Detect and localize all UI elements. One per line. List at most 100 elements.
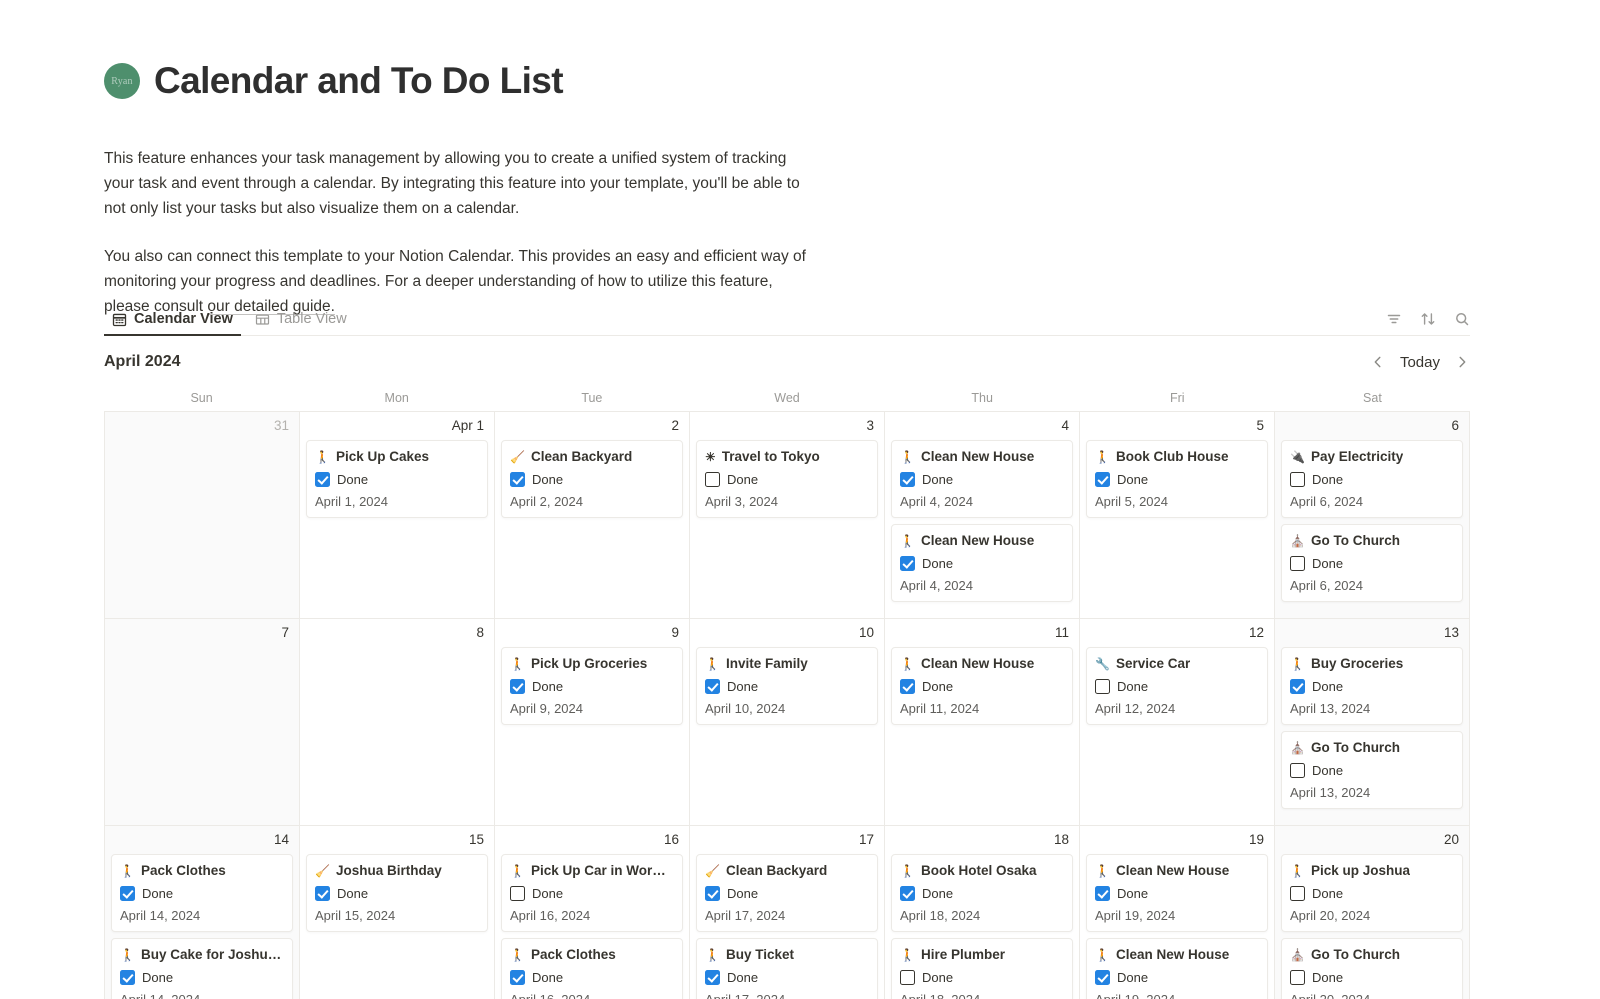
checkbox-checked-icon[interactable] bbox=[900, 886, 915, 902]
day-number: 6 bbox=[1451, 418, 1459, 433]
calendar-event-card[interactable]: 🚶 Buy Ticket Done April 17, 2024 bbox=[696, 938, 878, 999]
today-button[interactable]: Today bbox=[1400, 354, 1440, 371]
checkbox-unchecked-icon[interactable] bbox=[510, 886, 525, 902]
calendar-event-card[interactable]: 🚶 Pick Up Car in Wor… Done April 16, 2024 bbox=[501, 854, 683, 933]
calendar-day-cell[interactable]: 13 🚶 Buy Groceries Done April 13, 2024 ⛪ Go To… bbox=[1275, 619, 1470, 826]
calendar-day-cell[interactable]: 20 🚶 Pick up Joshua Done April 20, 2024 ⛪ Go T… bbox=[1275, 826, 1470, 999]
calendar-event-card[interactable]: 🧹 Clean Backyard Done April 2, 2024 bbox=[501, 440, 683, 519]
calendar-day-cell[interactable]: 7 bbox=[105, 619, 300, 826]
checkbox-checked-icon[interactable] bbox=[510, 970, 525, 986]
calendar-event-card[interactable]: 🚶 Pick Up Cakes Done April 1, 2024 bbox=[306, 440, 488, 519]
calendar-day-cell[interactable]: 11 🚶 Clean New House Done April 11, 2024 bbox=[885, 619, 1080, 826]
view-tabs: Calendar View Table View bbox=[104, 301, 355, 336]
calendar-event-card[interactable]: 🚶 Clean New House Done April 11, 2024 bbox=[891, 647, 1073, 726]
search-icon[interactable] bbox=[1454, 311, 1470, 327]
calendar-day-cell[interactable]: 19 🚶 Clean New House Done April 19, 2024 🚶 Cle… bbox=[1080, 826, 1275, 999]
calendar-day-cell[interactable]: 2 🧹 Clean Backyard Done April 2, 2024 bbox=[495, 412, 690, 619]
calendar-day-cell[interactable]: 10 🚶 Invite Family Done April 10, 2024 bbox=[690, 619, 885, 826]
day-number: 20 bbox=[1443, 832, 1459, 847]
calendar-event-card[interactable]: 🔧 Service Car Done April 12, 2024 bbox=[1086, 647, 1268, 726]
calendar-day-cell[interactable]: 14 🚶 Pack Clothes Done April 14, 2024 🚶 Buy Ca… bbox=[105, 826, 300, 999]
event-date: April 12, 2024 bbox=[1095, 701, 1176, 717]
checkbox-checked-icon[interactable] bbox=[315, 886, 330, 902]
calendar-event-card[interactable]: 🔌 Pay Electricity Done April 6, 2024 bbox=[1281, 440, 1463, 519]
calendar-event-card[interactable]: ⛪ Go To Church Done April 6, 2024 bbox=[1281, 524, 1463, 603]
calendar-event-card[interactable]: ☀ Travel to Tokyo Done April 3, 2024 bbox=[696, 440, 878, 519]
calendar-event-card[interactable]: 🚶 Pick Up Groceries Done April 9, 2024 bbox=[501, 647, 683, 726]
checkbox-checked-icon[interactable] bbox=[1290, 679, 1305, 695]
checkbox-unchecked-icon[interactable] bbox=[1290, 472, 1305, 488]
checkbox-unchecked-icon[interactable] bbox=[1290, 556, 1305, 572]
event-done-row: Done bbox=[900, 970, 1064, 986]
calendar-event-card[interactable]: 🚶 Invite Family Done April 10, 2024 bbox=[696, 647, 878, 726]
calendar-event-card[interactable]: 🚶 Hire Plumber Done April 18, 2024 bbox=[891, 938, 1073, 999]
calendar-event-card[interactable]: ⛪ Go To Church Done April 13, 2024 bbox=[1281, 731, 1463, 810]
calendar-event-card[interactable]: 🚶 Book Hotel Osaka Done April 18, 2024 bbox=[891, 854, 1073, 933]
checkbox-checked-icon[interactable] bbox=[1095, 886, 1110, 902]
calendar-event-card[interactable]: 🧹 Clean Backyard Done April 17, 2024 bbox=[696, 854, 878, 933]
next-month-icon[interactable] bbox=[1454, 354, 1470, 370]
tab-table-view[interactable]: Table View bbox=[247, 311, 355, 335]
calendar-day-cell[interactable]: 15 🧹 Joshua Birthday Done April 15, 2024 bbox=[300, 826, 495, 999]
checkbox-checked-icon[interactable] bbox=[705, 679, 720, 695]
event-done-row: Done bbox=[510, 886, 674, 902]
checkbox-unchecked-icon[interactable] bbox=[1290, 886, 1305, 902]
calendar-day-cell[interactable]: 12 🔧 Service Car Done April 12, 2024 bbox=[1080, 619, 1275, 826]
event-title-row: 🚶 Pack Clothes bbox=[120, 862, 284, 880]
calendar-event-card[interactable]: 🚶 Clean New House Done April 19, 2024 bbox=[1086, 938, 1268, 999]
calendar-event-card[interactable]: 🚶 Clean New House Done April 4, 2024 bbox=[891, 524, 1073, 603]
done-label: Done bbox=[727, 886, 759, 902]
checkbox-checked-icon[interactable] bbox=[705, 886, 720, 902]
calendar-event-card[interactable]: 🚶 Pick up Joshua Done April 20, 2024 bbox=[1281, 854, 1463, 933]
checkbox-checked-icon[interactable] bbox=[900, 679, 915, 695]
calendar-day-cell[interactable]: 18 🚶 Book Hotel Osaka Done April 18, 2024 🚶 Hi… bbox=[885, 826, 1080, 999]
tab-calendar-view[interactable]: Calendar View bbox=[104, 311, 241, 336]
walking-person-icon: 🚶 bbox=[1095, 948, 1110, 963]
calendar-event-card[interactable]: 🚶 Clean New House Done April 19, 2024 bbox=[1086, 854, 1268, 933]
prev-month-icon[interactable] bbox=[1370, 354, 1386, 370]
filter-icon[interactable] bbox=[1386, 311, 1402, 327]
calendar-day-cell[interactable]: 6 🔌 Pay Electricity Done April 6, 2024 ⛪ Go To… bbox=[1275, 412, 1470, 619]
checkbox-unchecked-icon[interactable] bbox=[1290, 970, 1305, 986]
calendar-event-card[interactable]: 🚶 Clean New House Done April 4, 2024 bbox=[891, 440, 1073, 519]
checkbox-checked-icon[interactable] bbox=[120, 886, 135, 902]
checkbox-checked-icon[interactable] bbox=[1095, 472, 1110, 488]
walking-person-icon: 🚶 bbox=[1095, 864, 1110, 879]
checkbox-unchecked-icon[interactable] bbox=[705, 472, 720, 488]
checkbox-checked-icon[interactable] bbox=[1095, 970, 1110, 986]
calendar-event-card[interactable]: 🚶 Pack Clothes Done April 14, 2024 bbox=[111, 854, 293, 933]
calendar-event-card[interactable]: 🚶 Buy Groceries Done April 13, 2024 bbox=[1281, 647, 1463, 726]
done-label: Done bbox=[922, 556, 954, 572]
calendar-day-cell[interactable]: 4 🚶 Clean New House Done April 4, 2024 🚶 Clean… bbox=[885, 412, 1080, 619]
calendar-day-cell[interactable]: 5 🚶 Book Club House Done April 5, 2024 bbox=[1080, 412, 1275, 619]
event-date: April 3, 2024 bbox=[705, 494, 778, 510]
calendar-day-cell[interactable]: 9 🚶 Pick Up Groceries Done April 9, 2024 bbox=[495, 619, 690, 826]
calendar-event-card[interactable]: 🚶 Book Club House Done April 5, 2024 bbox=[1086, 440, 1268, 519]
checkbox-checked-icon[interactable] bbox=[315, 472, 330, 488]
checkbox-checked-icon[interactable] bbox=[120, 970, 135, 986]
walking-person-icon: 🚶 bbox=[510, 657, 525, 672]
calendar-day-cell[interactable]: Apr 1 🚶 Pick Up Cakes Done April 1, 2024 bbox=[300, 412, 495, 619]
walking-person-icon: 🚶 bbox=[900, 948, 915, 963]
calendar-day-cell[interactable]: 16 🚶 Pick Up Car in Wor… Done April 16, 2024… bbox=[495, 826, 690, 999]
checkbox-checked-icon[interactable] bbox=[705, 970, 720, 986]
calendar-event-card[interactable]: 🧹 Joshua Birthday Done April 15, 2024 bbox=[306, 854, 488, 933]
checkbox-checked-icon[interactable] bbox=[510, 679, 525, 695]
calendar-day-cell[interactable]: 8 bbox=[300, 619, 495, 826]
calendar-day-cell[interactable]: 17 🧹 Clean Backyard Done April 17, 2024 🚶 Buy … bbox=[690, 826, 885, 999]
calendar-event-card[interactable]: 🚶 Buy Cake for Joshu… Done April 14, 2024 bbox=[111, 938, 293, 999]
calendar-day-cell[interactable]: 31 bbox=[105, 412, 300, 619]
event-done-row: Done bbox=[900, 886, 1064, 902]
checkbox-checked-icon[interactable] bbox=[900, 472, 915, 488]
calendar-event-card[interactable]: ⛪ Go To Church Done April 20, 2024 bbox=[1281, 938, 1463, 999]
event-date: April 18, 2024 bbox=[900, 992, 1064, 999]
calendar-event-card[interactable]: 🚶 Pack Clothes Done April 16, 2024 bbox=[501, 938, 683, 999]
checkbox-checked-icon[interactable] bbox=[900, 556, 915, 572]
checkbox-unchecked-icon[interactable] bbox=[900, 970, 915, 986]
calendar-day-cell[interactable]: 3 ☀ Travel to Tokyo Done April 3, 2024 bbox=[690, 412, 885, 619]
checkbox-unchecked-icon[interactable] bbox=[1290, 763, 1305, 779]
sort-icon[interactable] bbox=[1420, 311, 1436, 327]
checkbox-checked-icon[interactable] bbox=[510, 472, 525, 488]
checkbox-unchecked-icon[interactable] bbox=[1095, 679, 1110, 695]
event-title: Pack Clothes bbox=[140, 863, 226, 878]
